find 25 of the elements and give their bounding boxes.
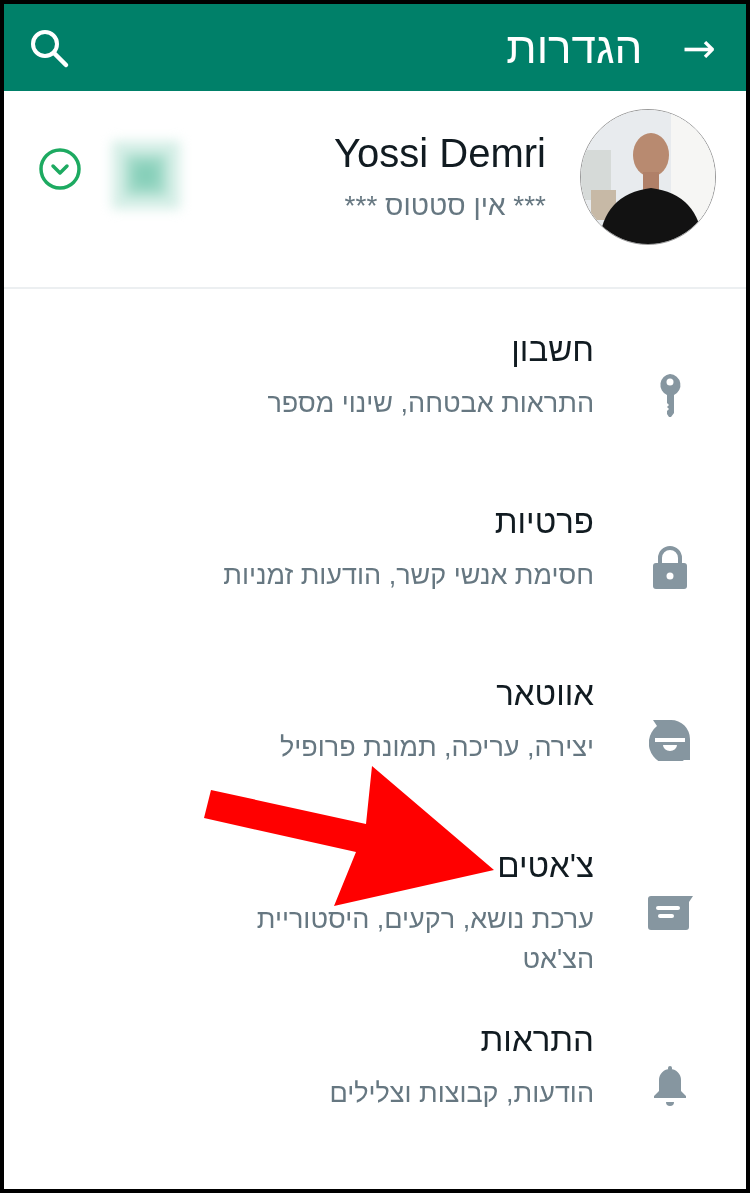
settings-item[interactable]: פרטיות חסימת אנשי קשר, הודעות זמניות: [4, 503, 746, 675]
item-subtitle: התראות אבטחה, שינוי מספר: [267, 387, 594, 420]
item-title: אווטאר: [496, 675, 594, 713]
settings-item[interactable]: התראות הודעות, קבוצות וצלילים: [4, 1021, 746, 1189]
face-icon: [649, 719, 691, 761]
back-button[interactable]: →: [682, 27, 716, 68]
settings-item[interactable]: צ'אטים ערכת נושא, רקעים, היסטוריית הצ'אט: [4, 847, 746, 1021]
item-title: חשבון: [511, 331, 594, 369]
profile-name: Yossi Demri: [333, 131, 546, 176]
item-subtitle: הודעות, קבוצות וצלילים: [329, 1077, 594, 1110]
item-title: פרטיות: [494, 503, 594, 541]
profile-status: *** אין סטטוס ***: [343, 190, 546, 222]
chevron-circle-icon[interactable]: [38, 147, 82, 191]
settings-item[interactable]: חשבון התראות אבטחה, שינוי מספר: [4, 331, 746, 503]
screen-title: הגדרות: [505, 22, 643, 73]
item-subtitle: חסימת אנשי קשר, הודעות זמניות: [223, 559, 594, 592]
lock-icon: [652, 546, 688, 590]
item-subtitle: ערכת נושא, רקעים, היסטוריית הצ'אט: [255, 903, 594, 976]
message-icon: [647, 895, 693, 931]
bell-icon: [653, 1065, 687, 1107]
item-subtitle: יצירה, עריכה, תמונת פרופיל: [280, 731, 594, 764]
item-title: התראות: [480, 1021, 594, 1059]
item-title: צ'אטים: [497, 847, 594, 885]
key-icon: [657, 373, 683, 419]
settings-item[interactable]: אווטאר יצירה, עריכה, תמונת פרופיל: [4, 675, 746, 847]
